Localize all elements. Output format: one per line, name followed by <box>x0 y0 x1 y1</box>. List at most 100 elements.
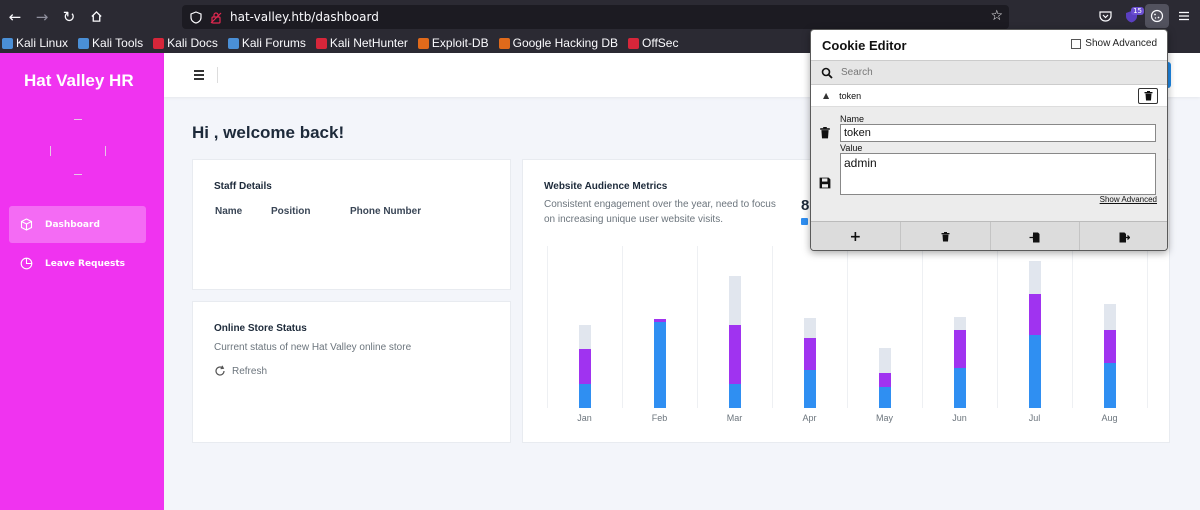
show-advanced-label: Show Advanced <box>1085 38 1157 49</box>
chart-gridline <box>997 246 998 408</box>
sidebar-item-dashboard[interactable]: Dashboard <box>9 206 146 243</box>
chart-bar-may-segment-0[interactable] <box>878 387 891 408</box>
insecure-lock-icon <box>210 11 222 24</box>
bookmark-label: Exploit-DB <box>431 36 489 50</box>
chart-bar-may-segment-1[interactable] <box>878 373 891 388</box>
collapse-caret-icon[interactable]: ▲ <box>823 91 829 100</box>
chart-bar-jun-segment-1[interactable] <box>953 330 966 369</box>
trash-icon[interactable] <box>819 127 831 139</box>
bookmark-label: OffSec <box>642 36 679 50</box>
export-button[interactable] <box>1080 222 1167 250</box>
cookie-value-field[interactable]: admin <box>840 153 1156 195</box>
cube-icon <box>19 218 33 232</box>
chart-bar-aug-segment-0[interactable] <box>1103 362 1116 408</box>
chart-bar-feb-segment-1[interactable] <box>653 319 666 322</box>
home-button[interactable] <box>83 4 109 30</box>
extension-button[interactable]: 15 <box>1119 4 1144 28</box>
search-icon <box>821 67 833 79</box>
page-title: Hi , welcome back! <box>192 123 345 142</box>
cookie-name-field[interactable]: token <box>840 124 1156 142</box>
chart-gridline <box>922 246 923 408</box>
bookmark-item[interactable]: Kali NetHunter <box>315 36 408 50</box>
cookie-row-token[interactable]: ▲ token <box>811 85 1167 107</box>
chart-bar-jul-segment-2[interactable] <box>1028 261 1041 294</box>
bookmark-item[interactable]: Kali Docs <box>153 36 218 50</box>
chart-bar-mar-segment-2[interactable] <box>728 276 741 325</box>
bookmark-star-icon[interactable]: ☆ <box>990 8 1003 24</box>
cookie-editor-button[interactable] <box>1145 4 1169 28</box>
sidebar-item-leave-requests[interactable]: Leave Requests <box>9 245 146 282</box>
sidebar-item-label: Leave Requests <box>45 258 126 269</box>
chart-bar-jan-segment-0[interactable] <box>578 384 591 408</box>
chart-gridline <box>697 246 698 408</box>
bookmark-favicon-icon <box>227 37 239 49</box>
x-axis-tick-label: Feb <box>651 413 668 423</box>
trash-icon <box>941 232 950 242</box>
chart-bar-mar-segment-0[interactable] <box>728 384 741 408</box>
chart-bar-jun-segment-0[interactable] <box>953 368 966 408</box>
chart-gridline <box>772 246 773 408</box>
x-axis-tick-label: May <box>875 413 893 423</box>
bookmark-label: Kali Linux <box>16 36 69 50</box>
staff-details-title: Staff Details <box>214 181 272 192</box>
chart-bar-jul-segment-1[interactable] <box>1028 293 1041 335</box>
chart-bar-mar-segment-1[interactable] <box>728 324 741 385</box>
x-axis-tick-label: Jun <box>952 413 967 423</box>
chart-bar-jan-segment-1[interactable] <box>578 348 591 385</box>
bookmark-label: Kali Docs <box>167 36 218 50</box>
show-advanced-checkbox[interactable] <box>1071 38 1082 49</box>
bookmark-item[interactable]: OffSec <box>628 36 678 50</box>
chart-bar-may-segment-2[interactable] <box>878 347 891 374</box>
url-text: hat-valley.htb/dashboard <box>230 10 379 24</box>
show-advanced-link[interactable]: Show Advanced <box>1100 195 1157 204</box>
chart-bar-apr-segment-0[interactable] <box>803 370 816 408</box>
sidebar: Hat Valley HR Dashboard Leave Requests <box>0 53 164 510</box>
save-icon[interactable] <box>819 177 831 189</box>
show-advanced-toggle[interactable]: Show Advanced <box>1071 38 1157 49</box>
chart-bar-apr-segment-1[interactable] <box>803 337 816 371</box>
menu-toggle-icon[interactable] <box>194 70 204 80</box>
chart-bar-jul-segment-0[interactable] <box>1028 334 1041 408</box>
cookie-search-bar[interactable]: Search <box>811 60 1167 85</box>
bookmark-item[interactable]: Kali Linux <box>2 36 68 50</box>
bookmark-item[interactable]: Exploit-DB <box>417 36 489 50</box>
bookmark-item[interactable]: Kali Tools <box>78 36 143 50</box>
value-label: Value <box>840 143 863 153</box>
chart-bar-jan-segment-2[interactable] <box>578 324 591 349</box>
name-label: Name <box>840 114 865 124</box>
chart-bar-jun-segment-2[interactable] <box>953 317 966 331</box>
bookmark-item[interactable]: Google Hacking DB <box>498 36 618 50</box>
brand-title: Hat Valley HR <box>24 71 134 90</box>
url-bar[interactable]: hat-valley.htb/dashboard ☆ <box>182 5 1009 29</box>
delete-cookie-button[interactable] <box>1138 88 1158 104</box>
trash-icon <box>1144 91 1152 101</box>
import-button[interactable] <box>991 222 1081 250</box>
refresh-button[interactable]: Refresh <box>214 365 267 377</box>
bookmark-label: Kali Tools <box>92 36 144 50</box>
chart-gridline <box>847 246 848 408</box>
column-header-name: Name <box>215 206 243 217</box>
forward-button[interactable]: → <box>29 4 55 30</box>
cookie-detail-panel: Name token Value admin Show Advanced <box>811 107 1167 221</box>
chart-bar-feb-segment-0[interactable] <box>653 321 666 408</box>
chart-bar-aug-segment-2[interactable] <box>1103 304 1116 331</box>
reload-button[interactable]: ↻ <box>56 4 82 30</box>
bookmark-favicon-icon <box>628 37 639 49</box>
app-menu-button[interactable] <box>1172 4 1196 28</box>
pie-chart-icon <box>19 257 33 271</box>
add-cookie-button[interactable]: + <box>811 222 901 250</box>
search-input[interactable]: Search <box>841 67 873 78</box>
cookie-name: token <box>839 90 862 101</box>
chart-bar-apr-segment-2[interactable] <box>803 318 816 338</box>
x-axis-tick-label: Jan <box>577 413 592 423</box>
bookmark-item[interactable]: Kali Forums <box>227 36 306 50</box>
column-header-phone: Phone Number <box>350 206 422 217</box>
cookie-editor-title: Cookie Editor <box>822 38 907 53</box>
staff-details-card: Staff Details Name Position Phone Number <box>192 159 511 290</box>
pocket-button[interactable] <box>1093 4 1117 28</box>
back-button[interactable]: ← <box>2 4 28 30</box>
chart-bar-aug-segment-1[interactable] <box>1103 330 1116 363</box>
bookmark-favicon-icon <box>417 37 429 49</box>
home-icon <box>90 10 102 22</box>
delete-all-button[interactable] <box>901 222 991 250</box>
